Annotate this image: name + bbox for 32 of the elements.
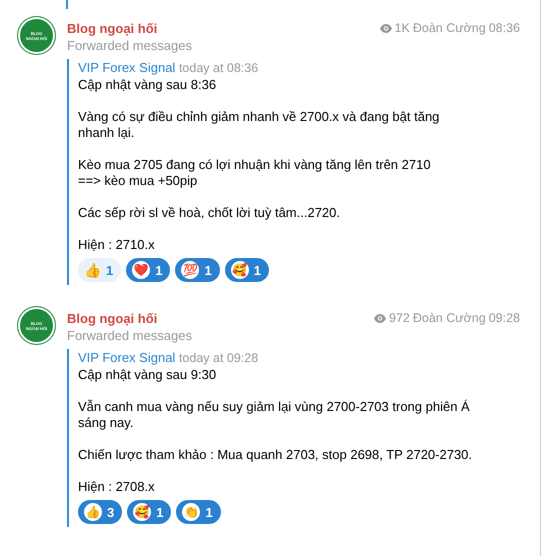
forwarded-label: Forwarded messages bbox=[67, 327, 193, 344]
reaction-button[interactable]: 👍 1 bbox=[78, 258, 122, 282]
forward-source[interactable]: VIP Forex Signal bbox=[78, 60, 176, 75]
message-paragraph: Hiện : 2710.x bbox=[78, 237, 156, 253]
message-paragraph: Kèo mua 2705 đang có lợi nhuận khi vàng tăng lên trên 2710 ==> kèo mua +50pip bbox=[78, 157, 432, 189]
author-name: Đoàn Cường bbox=[412, 21, 486, 35]
message-paragraph: Vẫn canh mua vàng nếu suy giảm lại vùng 2700-2703 trong phiên Á sáng nay. bbox=[78, 399, 471, 431]
message-paragraph: Cập nhật vàng sau 8:36 bbox=[78, 77, 218, 93]
message-paragraph: Cập nhật vàng sau 9:30 bbox=[78, 367, 218, 383]
forward-time: today at 09:28 bbox=[178, 351, 258, 365]
forward-time: today at 08:36 bbox=[178, 61, 258, 75]
message-paragraph: Chiến lược tham khảo : Mua quanh 2703, stop 2698, TP 2720-2730. bbox=[78, 447, 474, 463]
message-paragraph: Vàng có sự điều chỉnh giảm nhanh về 2700.x và đang bật tăng nhanh lại. bbox=[78, 109, 440, 141]
reaction-button[interactable]: 🥰 1 bbox=[127, 500, 172, 524]
forwarded-label: Forwarded messages bbox=[67, 37, 193, 54]
reaction-button[interactable]: 👏 1 bbox=[176, 500, 221, 524]
message-time: 09:28 bbox=[488, 311, 520, 325]
view-count: 1K bbox=[394, 21, 410, 35]
channel-name[interactable]: Blog ngoại hối bbox=[67, 20, 158, 36]
channel-name[interactable]: Blog ngoại hối bbox=[67, 310, 158, 326]
forward-source[interactable]: VIP Forex Signal bbox=[78, 350, 176, 365]
reaction-button[interactable]: 💯 1 bbox=[175, 258, 220, 282]
message-paragraph: Các sếp rời sl về hoà, chốt lời tuỳ tâm...2720. bbox=[78, 205, 341, 221]
eye-icon bbox=[374, 314, 386, 322]
message-paragraph: Hiện : 2708.x bbox=[78, 479, 156, 495]
reaction-button[interactable]: 👍 3 bbox=[78, 500, 122, 524]
view-count: 972 bbox=[389, 311, 410, 325]
reaction-button[interactable]: 🥰 1 bbox=[224, 258, 269, 282]
author-name: Đoàn Cường bbox=[412, 311, 486, 325]
eye-icon bbox=[380, 24, 392, 32]
message-time: 08:36 bbox=[488, 21, 520, 35]
reaction-button[interactable]: ❤ 1 bbox=[126, 258, 170, 282]
